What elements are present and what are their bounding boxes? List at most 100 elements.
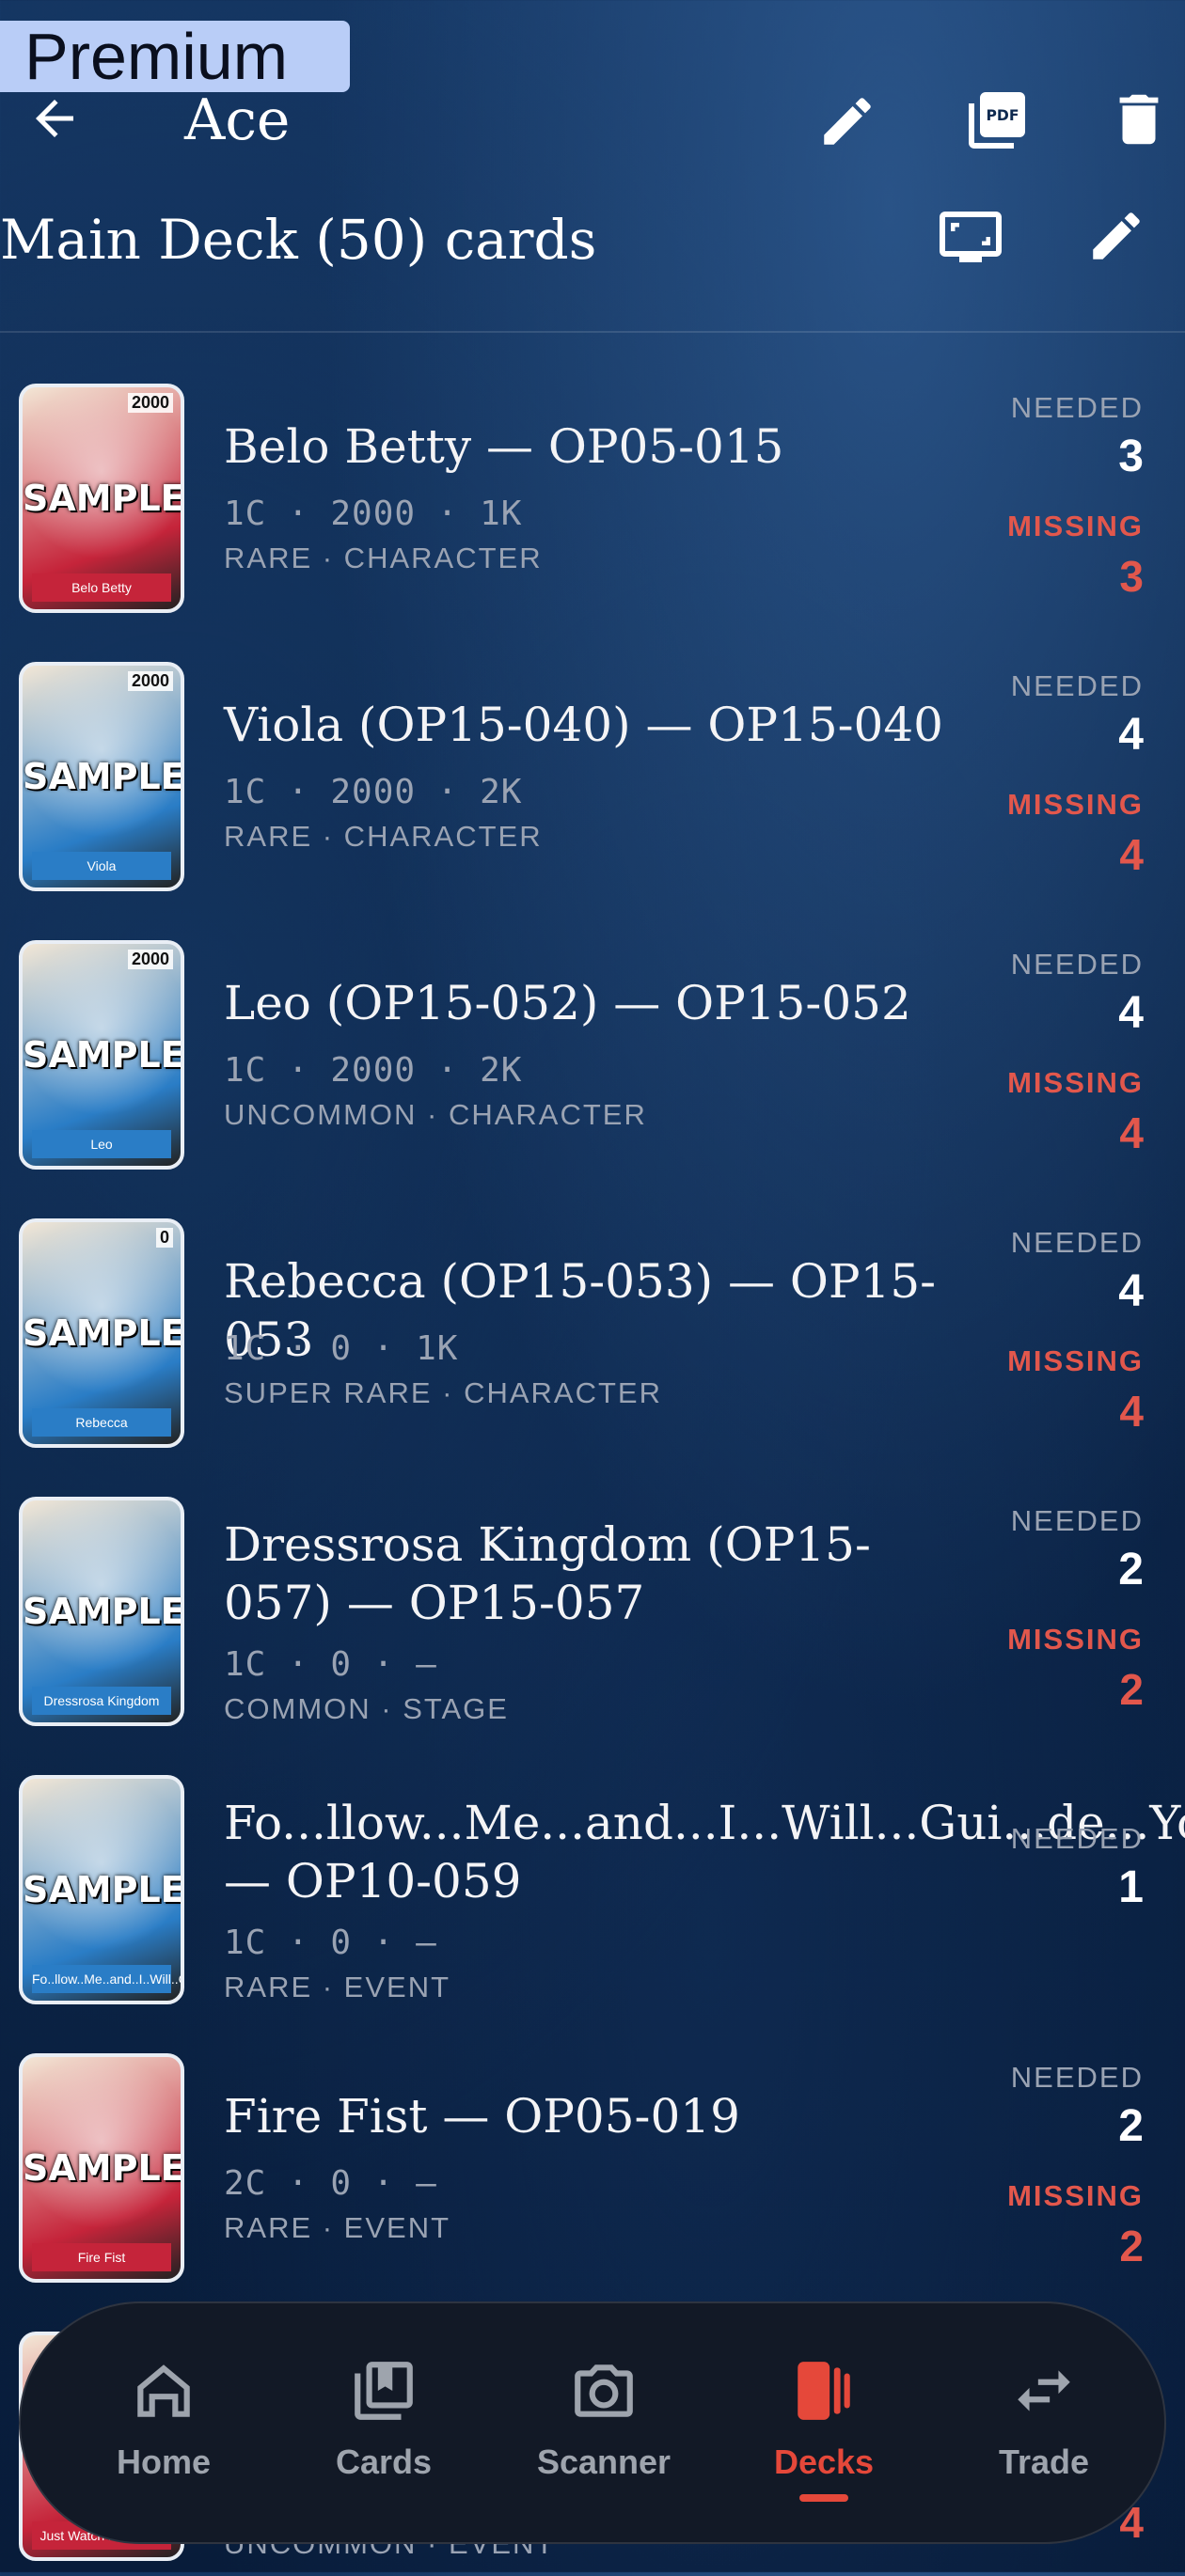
header-divider	[0, 331, 1185, 333]
missing-count: 4	[1119, 830, 1144, 879]
card-row[interactable]: SAMPLE Belo Betty 2000 Belo Betty — OP05-01…	[0, 384, 1185, 628]
delete-icon[interactable]	[1106, 86, 1172, 157]
missing-count: 2	[1119, 1665, 1144, 1714]
card-thumbnail: SAMPLE Viola 2000	[19, 662, 184, 891]
missing-label: MISSING	[1007, 1066, 1144, 1099]
needed-count: 4	[1118, 1266, 1144, 1316]
needed-count: 2	[1118, 1545, 1144, 1594]
bottom-nav: Home Cards Scanner Decks Trade	[19, 2301, 1166, 2544]
needed-count: 3	[1118, 432, 1144, 481]
card-thumb-label: Fo..llow..Me..and..I..Will..Gui..de..You	[32, 1965, 181, 1993]
back-arrow-icon[interactable]	[26, 90, 83, 151]
card-row[interactable]: SAMPLE Leo 2000 Leo (OP15-052) — OP15-052 1C…	[0, 940, 1185, 1185]
card-stats: 1C · 2000 · 2K	[224, 773, 523, 811]
card-thumb-label: Fire Fist	[32, 2243, 171, 2271]
missing-count: 4	[1119, 1108, 1144, 1157]
card-thumbnail: SAMPLE Dressrosa Kingdom	[19, 1497, 184, 1726]
card-name: Dressrosa Kingdom (OP15-057) — OP15-057	[224, 1517, 871, 1630]
card-thumb-label: Viola	[32, 852, 171, 880]
needed-label: NEEDED	[1010, 948, 1144, 981]
card-thumb-label: Belo Betty	[32, 573, 171, 602]
card-stats: 2C · 0 · —	[224, 2164, 437, 2203]
card-row[interactable]: SAMPLE Rebecca 0 Rebecca (OP15-053) — OP15-…	[0, 1218, 1185, 1463]
nav-cards[interactable]: Cards	[280, 2303, 487, 2546]
nav-scanner[interactable]: Scanner	[500, 2303, 707, 2546]
card-thumbnail: SAMPLE Belo Betty 2000	[19, 384, 184, 613]
sample-watermark: SAMPLE	[23, 1591, 184, 1632]
cards-icon	[349, 2356, 419, 2430]
card-stats: 1C · 0 · —	[224, 1924, 437, 1962]
card-name: Fire Fist — OP05-019	[224, 2089, 740, 2144]
nav-cards-label: Cards	[335, 2442, 433, 2481]
svg-text:PDF: PDF	[986, 107, 1019, 124]
card-rarity-type: RARE · EVENT	[224, 1971, 451, 2003]
card-row[interactable]: SAMPLE Dressrosa Kingdom Dressrosa Kingdom…	[0, 1497, 1185, 1741]
nav-active-indicator	[799, 2494, 848, 2502]
pdf-icon[interactable]: PDF	[963, 86, 1031, 159]
needed-count: 2	[1118, 2101, 1144, 2151]
card-rarity-type: RARE · EVENT	[224, 2211, 451, 2244]
card-row[interactable]: SAMPLE Fire Fist Fire Fist — OP05-019 2C · …	[0, 2053, 1185, 2298]
card-stats: 1C · 0 · 1K	[224, 1329, 459, 1368]
card-thumb-power: 0	[155, 1228, 173, 1248]
card-thumb-label: Dressrosa Kingdom	[32, 1687, 171, 1715]
camera-icon	[569, 2356, 639, 2430]
card-row[interactable]: SAMPLE Viola 2000 Viola (OP15-040) — OP15-0…	[0, 662, 1185, 906]
card-thumb-label: Leo	[32, 1130, 171, 1158]
card-thumb-label: Rebecca	[32, 1408, 171, 1437]
card-stats: 1C · 2000 · 1K	[224, 495, 523, 533]
missing-label: MISSING	[1007, 788, 1144, 821]
card-rarity-type: RARE · CHARACTER	[224, 820, 543, 853]
needed-count: 4	[1118, 710, 1144, 760]
needed-label: NEEDED	[1010, 2061, 1144, 2094]
card-rarity-type: COMMON · STAGE	[224, 1692, 509, 1725]
card-name: Fo...llow...Me...and...I...Will...Gui...…	[224, 1796, 1185, 1908]
missing-count: 3	[1119, 552, 1144, 601]
card-thumbnail: SAMPLE Rebecca 0	[19, 1218, 184, 1448]
nav-decks-label: Decks	[773, 2442, 875, 2481]
sample-watermark: SAMPLE	[23, 2147, 184, 2189]
screen-view-icon[interactable]	[937, 203, 1004, 275]
sample-watermark: SAMPLE	[23, 1869, 184, 1910]
card-thumbnail: SAMPLE Leo 2000	[19, 940, 184, 1170]
missing-label: MISSING	[1007, 2179, 1144, 2212]
needed-label: NEEDED	[1010, 1226, 1144, 1259]
card-name: Leo (OP15-052) — OP15-052	[224, 976, 911, 1030]
card-rarity-type: SUPER RARE · CHARACTER	[224, 1376, 662, 1409]
sample-watermark: SAMPLE	[23, 1312, 184, 1354]
needed-label: NEEDED	[1010, 669, 1144, 702]
missing-label: MISSING	[1007, 1623, 1144, 1656]
swap-icon	[1009, 2356, 1079, 2430]
nav-home[interactable]: Home	[60, 2303, 267, 2546]
premium-badge: Premium	[0, 21, 350, 92]
sample-watermark: SAMPLE	[23, 1034, 184, 1076]
missing-label: MISSING	[1007, 1344, 1144, 1377]
edit-deck-icon[interactable]	[816, 90, 878, 157]
card-thumb-power: 2000	[127, 950, 173, 969]
section-title: Main Deck (50) cards	[0, 208, 597, 272]
nav-home-label: Home	[116, 2442, 212, 2481]
nav-trade-label: Trade	[998, 2442, 1090, 2481]
nav-decks[interactable]: Decks	[720, 2303, 927, 2546]
nav-scanner-label: Scanner	[536, 2442, 672, 2481]
card-thumbnail: SAMPLE Fire Fist	[19, 2053, 184, 2283]
home-icon	[129, 2356, 198, 2430]
needed-count: 1	[1118, 1862, 1144, 1912]
edit-section-icon[interactable]	[1085, 205, 1147, 272]
sample-watermark: SAMPLE	[23, 478, 184, 519]
missing-label: MISSING	[1007, 510, 1144, 542]
card-row[interactable]: SAMPLE Fo..llow..Me..and..I..Will..Gui..d…	[0, 1775, 1185, 2019]
needed-count: 4	[1118, 988, 1144, 1038]
card-thumb-power: 2000	[127, 393, 173, 413]
card-thumbnail: SAMPLE Fo..llow..Me..and..I..Will..Gui..d…	[19, 1775, 184, 2004]
card-name: Viola (OP15-040) — OP15-040	[224, 698, 943, 752]
nav-trade[interactable]: Trade	[940, 2303, 1147, 2546]
card-rarity-type: RARE · CHARACTER	[224, 542, 543, 574]
card-rarity-type: UNCOMMON · CHARACTER	[224, 1098, 647, 1131]
card-stats: 1C · 0 · —	[224, 1645, 437, 1684]
needed-label: NEEDED	[1010, 1822, 1144, 1855]
missing-count: 4	[1119, 1387, 1144, 1436]
needed-label: NEEDED	[1010, 1504, 1144, 1537]
sample-watermark: SAMPLE	[23, 756, 184, 797]
deck-title: Ace	[184, 87, 291, 153]
